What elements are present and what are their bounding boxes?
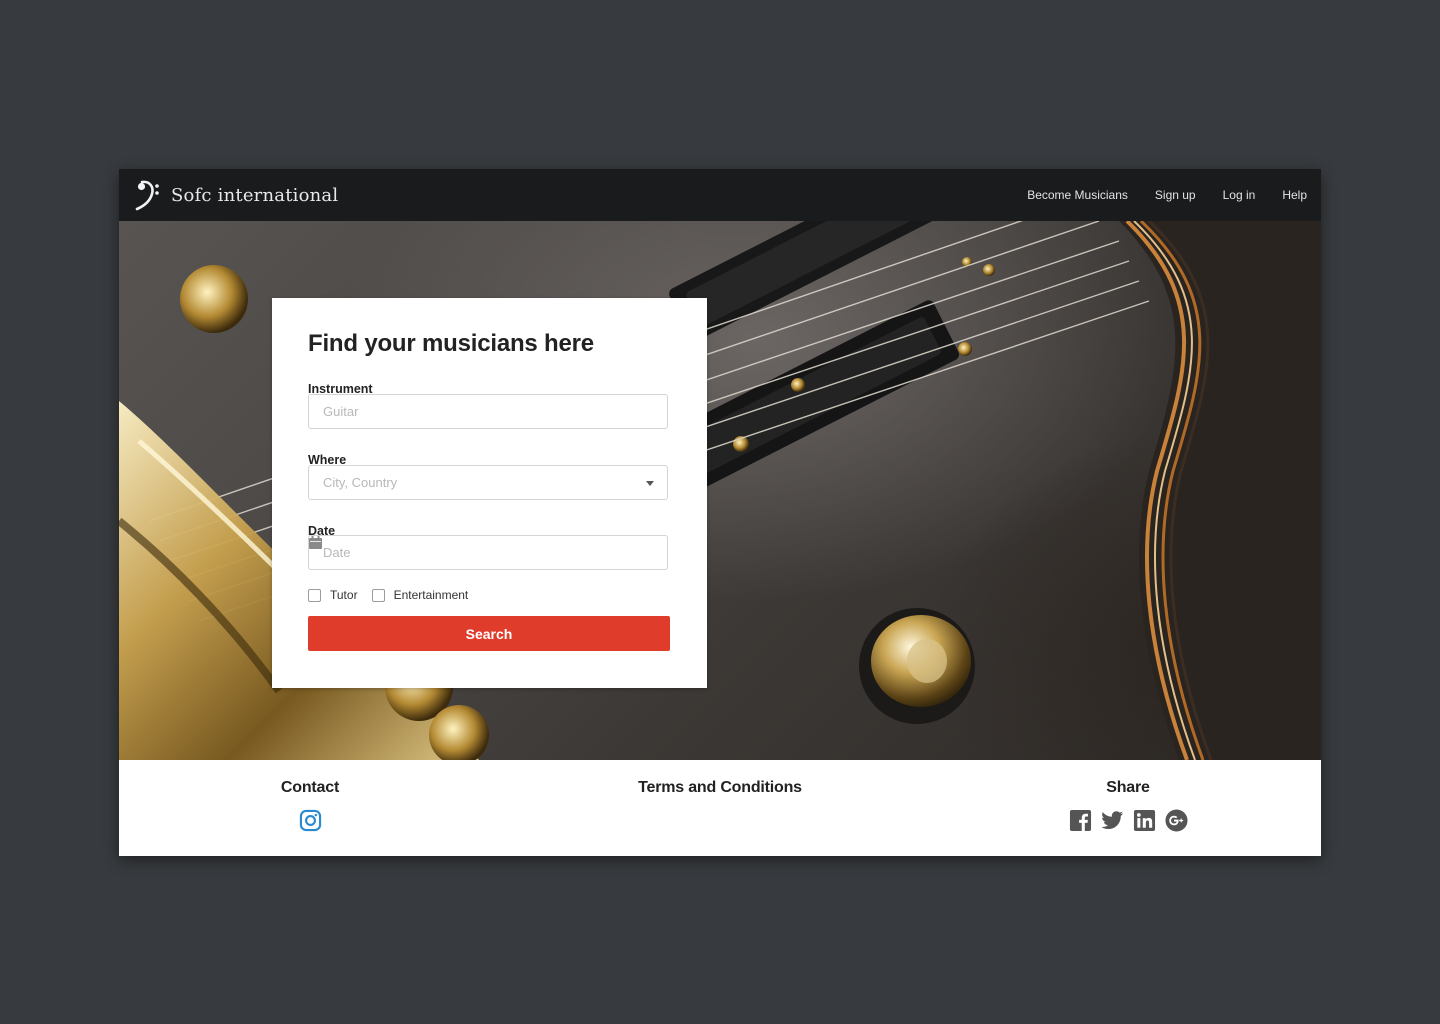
nav-become-musicians[interactable]: Become Musicians <box>1027 188 1128 202</box>
chevron-down-icon <box>646 481 654 486</box>
nav-help[interactable]: Help <box>1282 188 1307 202</box>
date-placeholder: Date <box>323 545 351 560</box>
nav-links: Become Musicians Sign up Log in Help <box>1000 169 1307 221</box>
nav-sign-up[interactable]: Sign up <box>1155 188 1196 202</box>
bass-clef-icon <box>135 180 159 211</box>
search-button[interactable]: Search <box>308 616 670 651</box>
share-title: Share <box>1106 779 1150 796</box>
terms-link[interactable]: Terms and Conditions <box>619 779 821 797</box>
instagram-icon[interactable] <box>299 809 322 832</box>
twitter-icon[interactable] <box>1100 809 1124 832</box>
search-title: Find your musicians here <box>308 330 594 357</box>
date-input[interactable]: Date <box>308 535 668 570</box>
hero-guitar-image: Find your musicians here Instrument Guit… <box>119 221 1321 760</box>
footer-share: Share <box>1059 779 1197 832</box>
tutor-checkbox[interactable] <box>308 588 321 602</box>
footer: Contact Terms and Conditions Share <box>119 760 1321 856</box>
entertainment-checkbox[interactable] <box>371 588 385 602</box>
where-select[interactable]: City, Country <box>308 465 668 500</box>
entertainment-label: Entertainment <box>393 588 469 602</box>
app-window: Sofc international Become Musicians Sign… <box>119 169 1321 856</box>
musician-type-options: Tutor Entertainment <box>308 587 482 603</box>
instrument-placeholder: Guitar <box>323 404 359 419</box>
nav-log-in[interactable]: Log in <box>1223 188 1256 202</box>
linkedin-icon[interactable] <box>1133 809 1156 832</box>
google-plus-icon[interactable] <box>1164 809 1188 832</box>
brand-name: Sofc international <box>171 184 339 206</box>
top-navbar: Sofc international Become Musicians Sign… <box>119 169 1321 221</box>
search-card: Find your musicians here Instrument Guit… <box>272 298 707 688</box>
contact-title: Contact <box>280 779 340 796</box>
footer-contact: Contact <box>243 779 377 832</box>
tutor-label: Tutor <box>330 588 358 602</box>
footer-terms: Terms and Conditions <box>619 779 821 797</box>
where-placeholder: City, Country <box>323 475 398 490</box>
calendar-icon <box>309 536 322 549</box>
brand-logo-link[interactable]: Sofc international <box>135 179 338 211</box>
instrument-input[interactable]: Guitar <box>308 394 668 429</box>
facebook-icon[interactable] <box>1069 809 1092 832</box>
